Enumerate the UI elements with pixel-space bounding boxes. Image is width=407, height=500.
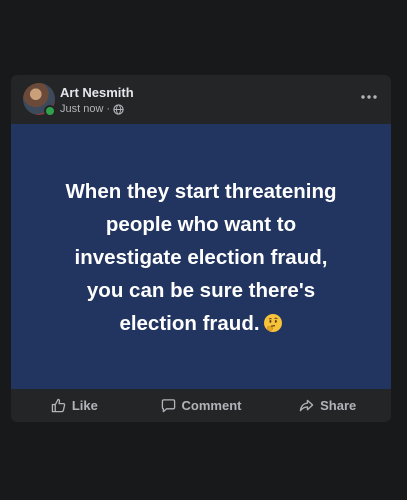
post-text-background[interactable]: When they start threatening people who w…: [11, 124, 391, 389]
post-text-line: When they start threatening: [65, 180, 337, 203]
thumbs-up-icon: [51, 398, 66, 413]
comment-button[interactable]: Comment: [138, 389, 265, 422]
like-label: Like: [71, 398, 98, 413]
meta-separator: ·: [106, 103, 111, 115]
share-icon: [299, 398, 314, 413]
globe-icon[interactable]: [113, 103, 124, 115]
post-text-line: election fraud.: [119, 312, 260, 335]
comment-icon: [161, 398, 176, 413]
post-text: When they start threatening people who w…: [36, 175, 366, 340]
post-header: Art Nesmith Just now ·: [11, 75, 391, 124]
post-text-line: people who want to: [105, 213, 297, 236]
post-card: Art Nesmith Just now · When they start t…: [11, 75, 391, 422]
more-options-icon[interactable]: [359, 89, 379, 105]
share-button[interactable]: Share: [264, 389, 391, 422]
author-name[interactable]: Art Nesmith: [60, 85, 134, 100]
post-timestamp[interactable]: Just now: [60, 103, 103, 115]
post-meta: Just now ·: [60, 103, 124, 115]
like-button[interactable]: Like: [11, 389, 138, 422]
post-action-bar: Like Comment Share: [11, 389, 391, 422]
post-text-line: investigate election fraud,: [74, 246, 328, 269]
post-text-line: you can be sure there's: [86, 279, 316, 302]
comment-label: Comment: [181, 398, 242, 413]
online-status-indicator: [44, 105, 56, 117]
thinking-face-emoji: [263, 310, 283, 332]
share-label: Share: [320, 398, 357, 413]
